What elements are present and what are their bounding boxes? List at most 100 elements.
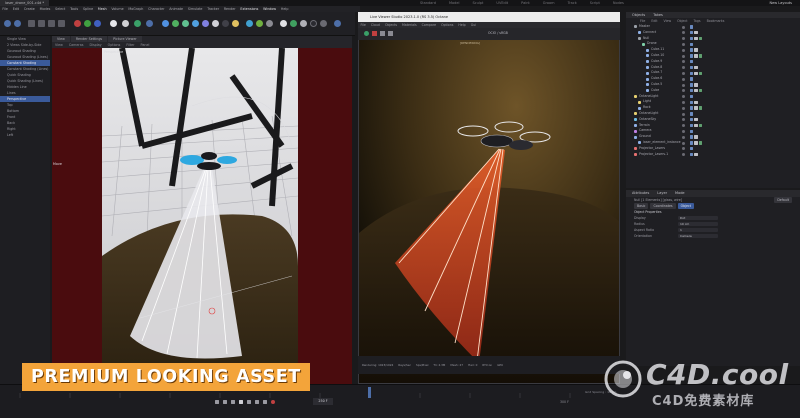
tab-mode[interactable]: Mode bbox=[675, 190, 685, 197]
light-icon[interactable] bbox=[232, 20, 239, 27]
select-tool-icon[interactable] bbox=[28, 20, 35, 27]
workplane-icon[interactable] bbox=[290, 20, 297, 27]
tag-icon[interactable] bbox=[694, 152, 698, 157]
visibility-dot-icon[interactable] bbox=[682, 42, 685, 46]
tag-icon[interactable] bbox=[690, 42, 694, 46]
color-space-dropdown[interactable]: OCIO / sRGB bbox=[488, 31, 508, 35]
tab-layer[interactable]: Layer bbox=[657, 190, 667, 197]
visibility-dot-icon[interactable] bbox=[682, 77, 685, 81]
view-icon[interactable] bbox=[320, 20, 327, 27]
visibility-dot-icon[interactable] bbox=[682, 95, 685, 99]
tag-icon[interactable] bbox=[690, 59, 694, 64]
tag-icon[interactable] bbox=[694, 30, 698, 35]
stop-render-icon[interactable] bbox=[372, 31, 377, 36]
tag-icon[interactable] bbox=[694, 117, 698, 122]
render-window-titlebar[interactable]: Live Viewer Studio 2023.1.0 (RS 3.5) Oct… bbox=[358, 12, 620, 22]
tag-icon[interactable] bbox=[690, 112, 694, 116]
tag-icon[interactable] bbox=[694, 48, 698, 52]
viewport-perspective[interactable]: Perspective Move bbox=[52, 36, 352, 384]
tag-icon[interactable] bbox=[690, 106, 694, 110]
object-row[interactable]: Projector_Lasers.1 bbox=[626, 152, 800, 158]
grid-icon[interactable] bbox=[310, 20, 317, 27]
tag-icon[interactable] bbox=[690, 152, 694, 157]
tag-icon[interactable] bbox=[694, 106, 698, 110]
tag-icon[interactable] bbox=[690, 30, 694, 35]
visibility-dot-icon[interactable] bbox=[682, 71, 685, 75]
tag-icon[interactable] bbox=[694, 123, 698, 128]
tab-attributes[interactable]: Attributes bbox=[632, 190, 649, 197]
visibility-dot-icon[interactable] bbox=[682, 89, 685, 93]
previous-key-icon[interactable] bbox=[223, 400, 227, 404]
viewport-menu-item[interactable]: Cameras bbox=[66, 42, 87, 48]
visibility-dot-icon[interactable] bbox=[682, 153, 685, 157]
workspace-tab[interactable]: UVEdit bbox=[496, 0, 508, 6]
tag-icon[interactable] bbox=[690, 65, 694, 70]
record-icon[interactable] bbox=[271, 400, 275, 404]
visibility-dot-icon[interactable] bbox=[682, 100, 685, 104]
tag-icon[interactable] bbox=[690, 117, 694, 122]
tag-icon[interactable] bbox=[694, 71, 698, 75]
octane-icon[interactable] bbox=[246, 20, 253, 27]
tag-icon[interactable] bbox=[690, 25, 694, 29]
mode-item[interactable]: Left bbox=[0, 132, 50, 138]
viewport-menu-item[interactable]: Display bbox=[86, 42, 104, 48]
end-frame-field[interactable]: 300 F bbox=[560, 400, 569, 404]
viewport-menu-item[interactable]: Filter bbox=[123, 42, 137, 48]
tag-icon[interactable] bbox=[698, 123, 703, 128]
tag-icon[interactable] bbox=[698, 141, 703, 145]
cloner-icon[interactable] bbox=[192, 20, 199, 27]
workspace-tab[interactable]: Script bbox=[590, 0, 600, 6]
visibility-dot-icon[interactable] bbox=[682, 66, 685, 70]
visibility-dot-icon[interactable] bbox=[682, 112, 685, 116]
tag-icon[interactable] bbox=[690, 129, 694, 133]
y-axis-icon[interactable] bbox=[84, 20, 91, 27]
move-tool-icon[interactable] bbox=[38, 20, 45, 27]
search-icon[interactable] bbox=[334, 20, 341, 27]
tag-icon[interactable] bbox=[690, 77, 694, 81]
visibility-dot-icon[interactable] bbox=[682, 25, 685, 29]
subdivision-icon[interactable] bbox=[182, 20, 189, 27]
redo-icon[interactable] bbox=[14, 20, 21, 27]
display-dropdown[interactable]: Dot bbox=[678, 216, 718, 220]
tag-icon[interactable] bbox=[690, 36, 694, 41]
workspace-tab[interactable]: Track bbox=[568, 0, 577, 6]
tag-icon[interactable] bbox=[690, 48, 694, 52]
workspace-tab[interactable]: Standard bbox=[420, 0, 436, 6]
tag-icon[interactable] bbox=[698, 36, 703, 41]
workspace-tab[interactable]: Groom bbox=[543, 0, 555, 6]
go-to-end-icon[interactable] bbox=[263, 400, 267, 404]
tag-icon[interactable] bbox=[690, 94, 694, 99]
live-viewer-window[interactable] bbox=[358, 12, 620, 384]
tag-icon[interactable] bbox=[694, 36, 698, 41]
snap-icon[interactable] bbox=[280, 20, 287, 27]
tag-icon[interactable] bbox=[690, 146, 694, 151]
viewport-menu-item[interactable]: Panel bbox=[138, 42, 153, 48]
tag-icon[interactable] bbox=[698, 106, 703, 110]
mode-dropdown[interactable]: Default bbox=[774, 197, 792, 203]
visibility-dot-icon[interactable] bbox=[682, 54, 685, 58]
tag-icon[interactable] bbox=[690, 83, 694, 87]
workspace-tab[interactable]: Paint bbox=[521, 0, 530, 6]
tag-icon[interactable] bbox=[690, 71, 694, 75]
visibility-dot-icon[interactable] bbox=[682, 37, 685, 41]
tag-icon[interactable] bbox=[694, 65, 698, 70]
floor-icon[interactable] bbox=[212, 20, 219, 27]
visibility-dot-icon[interactable] bbox=[682, 129, 685, 133]
previous-frame-icon[interactable] bbox=[231, 400, 235, 404]
tag-icon[interactable] bbox=[694, 54, 698, 58]
rotate-tool-icon[interactable] bbox=[58, 20, 65, 27]
tag-icon[interactable] bbox=[694, 141, 698, 145]
playhead[interactable] bbox=[368, 387, 371, 398]
tag-icon[interactable] bbox=[690, 135, 694, 139]
visibility-dot-icon[interactable] bbox=[682, 147, 685, 151]
go-to-start-icon[interactable] bbox=[215, 400, 219, 404]
visibility-dot-icon[interactable] bbox=[682, 135, 685, 139]
viewport-menu-item[interactable]: Options bbox=[105, 42, 124, 48]
pen-icon[interactable] bbox=[172, 20, 179, 27]
render-view-icon[interactable] bbox=[122, 20, 129, 27]
tag-icon[interactable] bbox=[698, 54, 703, 58]
radius-field[interactable]: 10 cm bbox=[678, 222, 718, 226]
current-frame-field[interactable]: 250 F bbox=[313, 398, 333, 405]
orientation-dropdown[interactable]: Camera bbox=[678, 234, 718, 238]
visibility-dot-icon[interactable] bbox=[682, 118, 685, 122]
